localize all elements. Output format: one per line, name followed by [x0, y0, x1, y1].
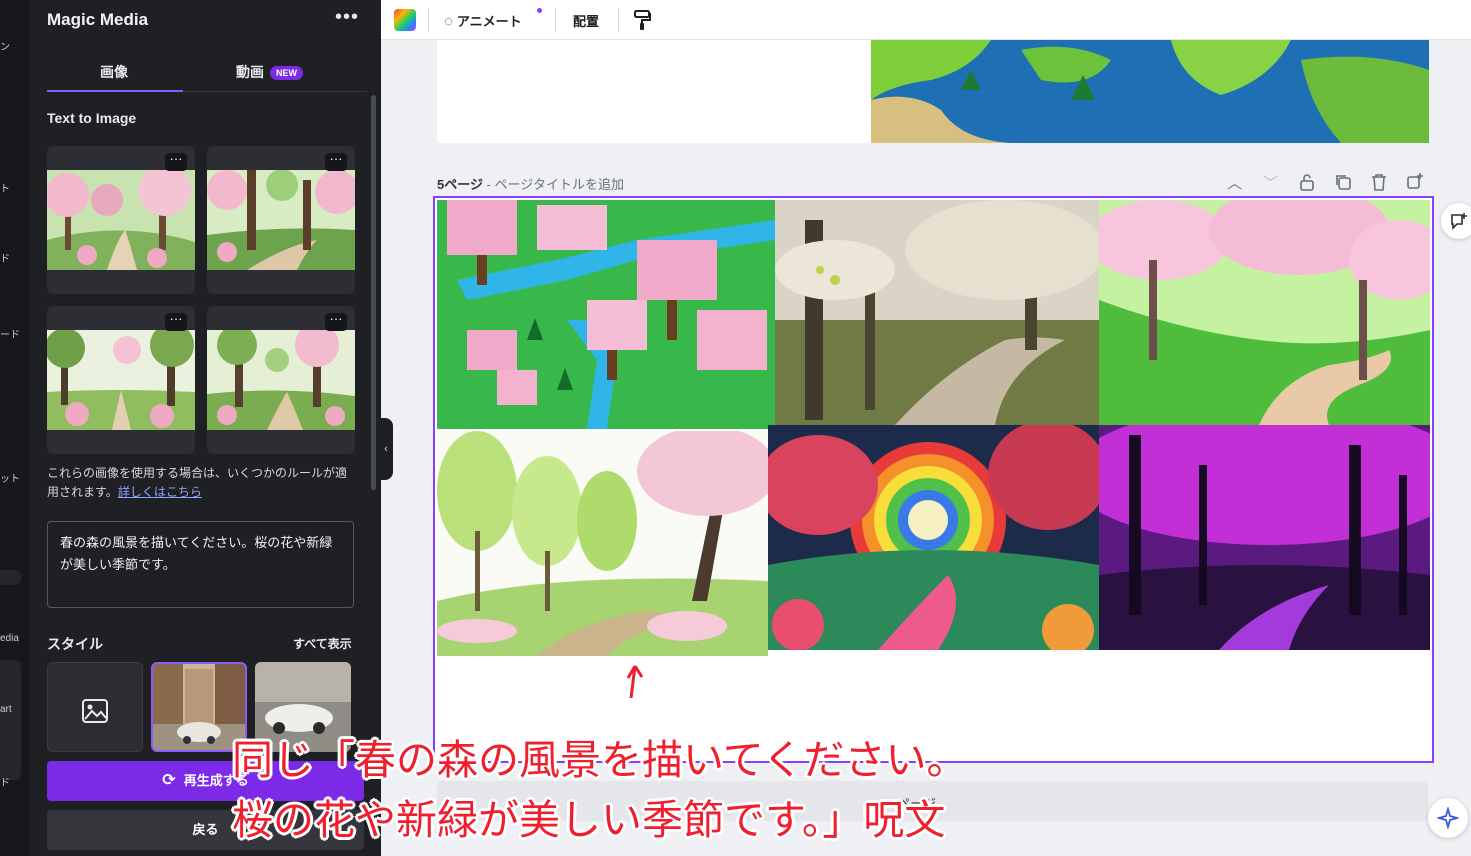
generated-image-illustrated-path[interactable] — [1099, 200, 1430, 425]
rail-label-fragment[interactable]: ード — [0, 326, 20, 341]
design-page[interactable] — [433, 196, 1434, 763]
thumb-more-button[interactable]: ··· — [325, 152, 347, 171]
rail-item-background — [0, 570, 21, 585]
watercolor-forest-image — [437, 431, 768, 656]
rail-label-fragment[interactable]: ト — [0, 180, 10, 195]
section-label-text-to-image: Text to Image — [47, 110, 137, 126]
animate-icon: ◌ — [444, 13, 453, 30]
toolbar-divider — [555, 8, 556, 32]
learn-more-link[interactable]: 詳しくはこちら — [118, 485, 202, 499]
tab-video[interactable]: 動画 NEW — [236, 62, 303, 82]
editor-toolbar: ◌ アニメート 配置 — [381, 0, 1471, 40]
tab-video-label: 動画 — [236, 64, 264, 80]
new-badge: NEW — [270, 66, 303, 80]
magic-assistant-button[interactable] — [1428, 798, 1468, 838]
toolbar-divider — [618, 8, 619, 32]
chevron-left-icon: ‹ — [384, 443, 388, 455]
color-picker-button[interactable] — [394, 9, 416, 31]
page-title-placeholder: - ページタイトルを追加 — [482, 177, 625, 192]
add-page-icon[interactable] — [1406, 172, 1424, 190]
generated-image-voxel-forest[interactable] — [437, 200, 775, 429]
toolbar-divider — [428, 8, 429, 32]
generated-image-thumb[interactable]: ··· — [47, 146, 195, 294]
more-options-button[interactable]: ••• — [335, 6, 359, 29]
forest-thumbnail-image — [207, 330, 355, 430]
page-number: 5ページ — [437, 177, 483, 192]
annotation-line-1: 同じ「春の森の風景を描いてください。 — [232, 736, 968, 784]
lock-icon[interactable] — [1299, 173, 1315, 191]
show-all-styles-link[interactable]: すべて表示 — [293, 635, 352, 652]
animate-button[interactable]: ◌ アニメート — [444, 11, 522, 30]
generated-image-rainbow[interactable] — [768, 425, 1099, 650]
chevron-down-icon[interactable]: ﹀ — [1263, 172, 1278, 193]
voxel-forest-image — [437, 200, 775, 429]
forest-thumbnail-image — [47, 170, 195, 270]
photo-forest-path-image — [775, 200, 1099, 425]
forest-thumbnail-image — [47, 330, 195, 430]
arrow-up-icon — [626, 665, 644, 699]
rail-item-background — [0, 660, 21, 780]
page-title[interactable]: 5ページ - ページタイトルを追加 — [437, 174, 624, 193]
panel-scrollbar[interactable] — [371, 95, 376, 490]
active-tab-indicator — [47, 90, 183, 92]
rail-label-fragment[interactable]: ン — [0, 38, 10, 53]
generated-image-watercolor[interactable] — [437, 431, 768, 656]
duplicate-page-icon[interactable] — [1334, 173, 1352, 191]
generated-image-thumb[interactable]: ··· — [47, 306, 195, 454]
previous-page-image — [871, 40, 1429, 143]
chevron-up-icon[interactable]: ︿ — [1227, 172, 1242, 193]
previous-page[interactable] — [437, 40, 1429, 143]
paint-roller-icon[interactable] — [633, 9, 651, 31]
comment-button[interactable] — [1441, 203, 1471, 239]
forest-thumbnail-image — [207, 170, 355, 270]
generated-image-photo-path[interactable] — [775, 200, 1099, 425]
refresh-icon: ⟳ — [162, 772, 176, 789]
thumb-more-button[interactable]: ··· — [165, 152, 187, 171]
new-feature-dot — [537, 8, 542, 13]
rainbow-forest-image — [768, 425, 1099, 650]
thumb-more-button[interactable]: ··· — [165, 312, 187, 331]
rail-label-fragment[interactable]: ド — [0, 774, 10, 789]
thumb-more-button[interactable]: ··· — [325, 312, 347, 331]
rail-label-fragment[interactable]: ド — [0, 250, 10, 265]
left-rail: ン ト ド ード ット edia art ド — [0, 0, 30, 856]
illustrated-path-image — [1099, 200, 1430, 425]
rail-label-fragment[interactable]: ット — [0, 470, 20, 485]
arrange-button[interactable]: 配置 — [573, 11, 599, 30]
prompt-textarea[interactable]: 春の森の風景を描いてください。桜の花や新緑が美しい季節です。 — [47, 521, 354, 608]
tab-image[interactable]: 画像 — [100, 62, 128, 82]
generated-image-thumb[interactable]: ··· — [207, 306, 355, 454]
trash-icon[interactable] — [1371, 173, 1387, 191]
neon-forest-image — [1099, 425, 1430, 650]
collapse-panel-handle[interactable]: ‹ — [379, 418, 393, 480]
usage-rules-note: これらの画像を使用する場合は、いくつかのルールが適用されます。詳しくはこちら — [47, 464, 357, 502]
sparkle-icon — [1437, 807, 1459, 829]
style-section-title: スタイル — [47, 636, 103, 652]
add-comment-icon — [1451, 213, 1467, 230]
media-tabs: 画像 動画 NEW — [47, 52, 367, 92]
rail-label-fragment[interactable]: edia — [0, 633, 19, 644]
style-option-none[interactable] — [47, 662, 143, 752]
rail-label-fragment[interactable]: art — [0, 704, 12, 715]
panel-title: Magic Media — [47, 10, 149, 29]
animate-label: アニメート — [456, 14, 522, 29]
generated-image-thumb[interactable]: ··· — [207, 146, 355, 294]
generated-image-neon-purple[interactable] — [1099, 425, 1430, 650]
annotation-line-2: 桜の花や新緑が美しい季節です。」呪文 — [232, 796, 946, 844]
image-icon — [82, 699, 108, 723]
